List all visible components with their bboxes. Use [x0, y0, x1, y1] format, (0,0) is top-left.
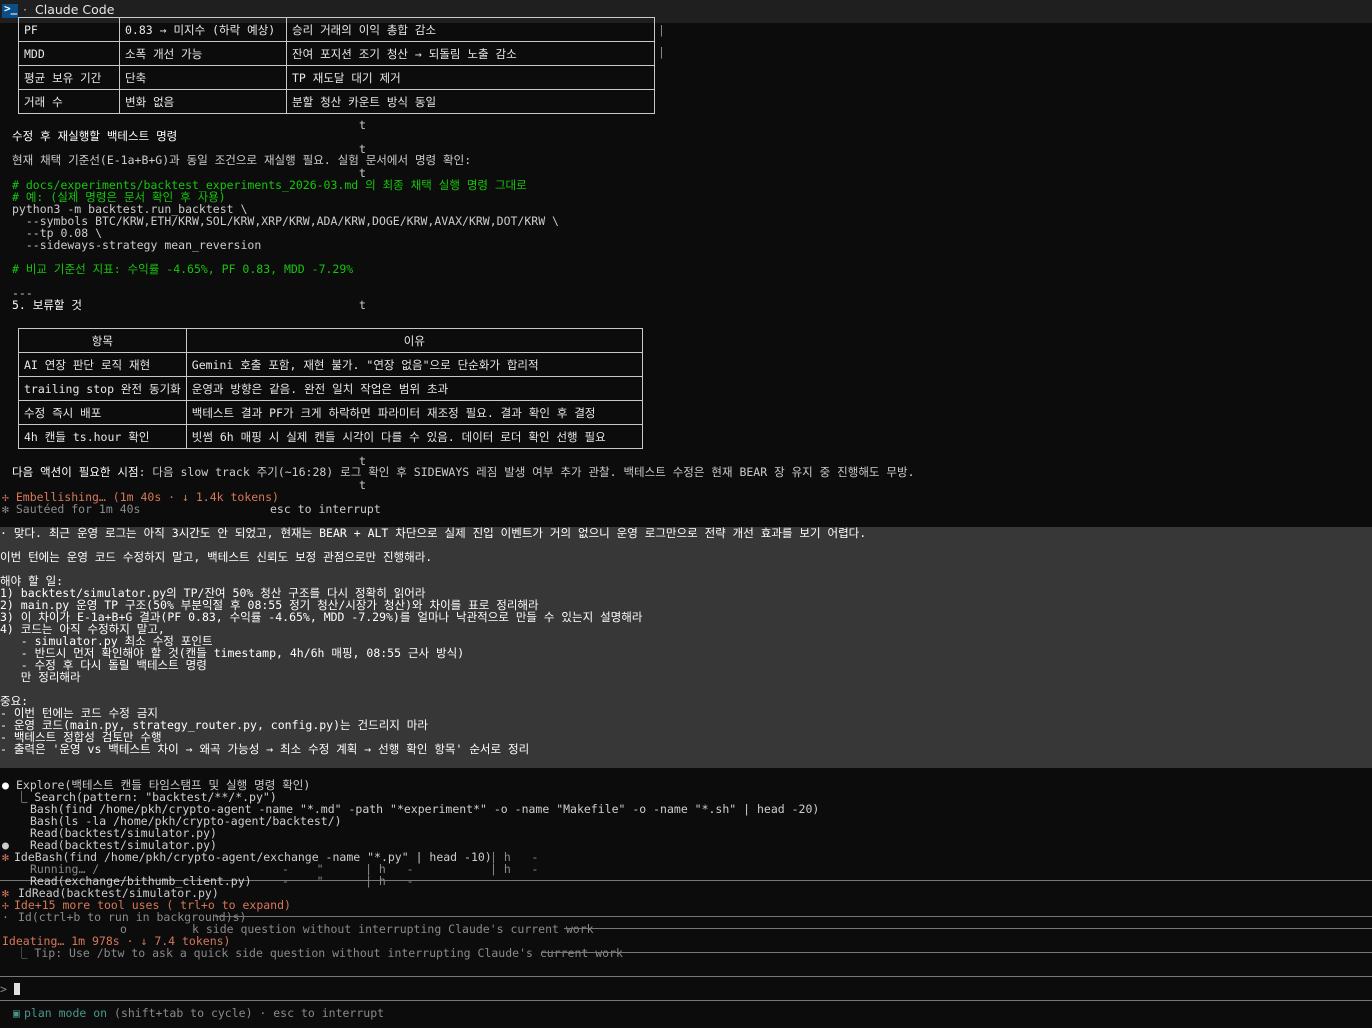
spinner-icon: ✻	[2, 850, 9, 864]
footer-mode[interactable]: plan mode on (shift+tab to cycle) · esc …	[24, 1007, 384, 1019]
next-action-label: 다음 액션이 필요한 시점	[12, 465, 139, 479]
divider	[542, 952, 1372, 953]
table-cell: 분할 청산 카운트 방식 동일	[286, 89, 655, 114]
table-row: 수정 즉시 배포 백테스트 결과 PF가 크게 하락하면 파라미터 재조정 필요…	[18, 400, 644, 425]
input-border-bottom	[0, 1000, 1372, 1001]
table-cell: 수정 즉시 배포	[18, 400, 187, 425]
render-artifact: t	[359, 298, 366, 312]
table-row: 평균 보유 기간 단축 TP 재도달 대기 제거	[18, 65, 655, 90]
table-row: PF 0.83 → 미지수 (하락 예상) 승리 거래의 이익 총합 감소	[18, 17, 655, 42]
prompt-line: · 맞다. 최근 운영 로그는 아직 3시간도 안 되었고, 현재는 BEAR …	[0, 526, 867, 540]
table-cell: 0.83 → 미지수 (하락 예상)	[119, 17, 287, 42]
table-cell: PF	[18, 17, 120, 42]
interrupt-hint: esc to interrupt	[270, 502, 381, 516]
next-action: 다음 액션이 필요한 시점: 다음 slow track 주기(~16:28) …	[12, 466, 915, 478]
prompt-symbol: >	[0, 982, 7, 996]
column-header: 이유	[185, 328, 644, 353]
mode-hint: (shift+tab to cycle) · esc to interrupt	[107, 1006, 385, 1020]
table-cell: MDD	[18, 41, 120, 66]
text-cursor	[13, 983, 20, 995]
plan-mode-icon: ▣	[13, 1006, 20, 1020]
input-border-top	[0, 976, 1372, 977]
plan-mode-label: plan mode on	[24, 1006, 108, 1020]
table-header-row: 항목 이유	[18, 328, 644, 353]
render-artifact: |	[658, 23, 665, 37]
table-cell: 단축	[119, 65, 287, 90]
table-cell: 소폭 개선 가능	[119, 41, 287, 66]
side-question-hint: k side question without interrupting Cla…	[192, 922, 594, 936]
table-cell: TP 재도달 대기 제거	[286, 65, 655, 90]
table-cell: Gemini 호출 포함, 재현 불가. "연장 없음"으로 단순화가 합리적	[185, 352, 644, 377]
table-cell: 거래 수	[18, 89, 120, 114]
render-artifact: - " | h -	[282, 874, 414, 888]
table-row: 4h 캔들 ts.hour 확인 빗썸 6h 매핑 시 실제 캔들 시각이 다를…	[18, 424, 644, 449]
render-artifact: |	[658, 45, 665, 59]
spinner-icon: ·	[2, 910, 9, 924]
render-artifact: t	[359, 478, 366, 492]
table-cell: 백테스트 결과 PF가 크게 하락하면 파라미터 재조정 필요. 결과 확인 후…	[185, 400, 644, 425]
section-heading: 5. 보류할 것	[12, 298, 83, 312]
user-prompt-block: · 맞다. 최근 운영 로그는 아직 3시간도 안 되었고, 현재는 BEAR …	[0, 527, 1372, 768]
section-heading: 수정 후 재실행할 백테스트 명령	[12, 129, 178, 143]
prompt-line: 이번 턴에는 운영 코드 수정하지 말고, 백테스트 신뢰도 보정 관점으로만 …	[0, 550, 433, 564]
code-line: --sideways-strategy mean_reversion	[12, 238, 262, 252]
prompt-line: 만 정리해라	[0, 670, 81, 684]
table-cell: 빗썸 6h 매핑 시 실제 캔들 시각이 다를 수 있음. 데이터 로더 확인 …	[185, 424, 644, 449]
tip-line: ⎿ Tip: Use /btw to ask a quick side ques…	[16, 946, 623, 960]
table-cell: 변화 없음	[119, 89, 287, 114]
title-dot: ·	[23, 2, 27, 17]
next-action-text: : 다음 slow track 주기(~16:28) 로그 확인 후 SIDEW…	[138, 465, 915, 479]
prompt-line: - 출력은 '운영 vs 백테스트 차이 → 왜곡 가능성 → 최소 수정 계획…	[0, 742, 530, 756]
bullet-icon: ●	[2, 778, 9, 792]
table-cell: 평균 보유 기간	[18, 65, 120, 90]
divider	[215, 916, 1372, 917]
table-cell: 승리 거래의 이익 총합 감소	[286, 17, 655, 42]
code-comment: # 비교 기준선 지표: 수익률 -4.65%, PF 0.83, MDD -7…	[12, 262, 354, 276]
prompt-input[interactable]: >	[0, 983, 20, 995]
terminal-icon: >_	[2, 3, 18, 18]
section-desc: 현재 채택 기준선(E-1a+B+G)과 동일 조건으로 재실행 필요. 실험 …	[12, 153, 472, 167]
defer-table: 항목 이유 AI 연장 판단 로직 재현 Gemini 호출 포함, 재현 불가…	[18, 328, 644, 449]
impact-table: PF 0.83 → 미지수 (하락 예상) 승리 거래의 이익 총합 감소 MD…	[18, 17, 655, 114]
table-row: MDD 소폭 개선 가능 잔여 포지션 조기 청산 → 되돌림 노출 감소	[18, 41, 655, 66]
divider	[564, 928, 1372, 929]
window-title: Claude Code	[35, 2, 115, 17]
table-cell: 4h 캔들 ts.hour 확인	[18, 424, 187, 449]
table-cell: trailing stop 완전 동기화	[18, 376, 187, 401]
table-row: 거래 수 변화 없음 분할 청산 카운트 방식 동일	[18, 89, 655, 114]
completion-status: ✻ Sautéed for 1m 40s	[2, 502, 141, 516]
column-header: 항목	[18, 328, 187, 353]
render-artifact: t	[359, 118, 366, 132]
table-cell: 운영과 방향은 같음. 완전 일치 작업은 범위 초과	[185, 376, 644, 401]
table-row: AI 연장 판단 로직 재현 Gemini 호출 포함, 재현 불가. "연장 …	[18, 352, 644, 377]
table-cell: 잔여 포지션 조기 청산 → 되돌림 노출 감소	[286, 41, 655, 66]
table-cell: AI 연장 판단 로직 재현	[18, 352, 187, 377]
table-row: trailing stop 완전 동기화 운영과 방향은 같음. 완전 일치 작…	[18, 376, 644, 401]
render-artifact: | h -	[490, 862, 539, 876]
